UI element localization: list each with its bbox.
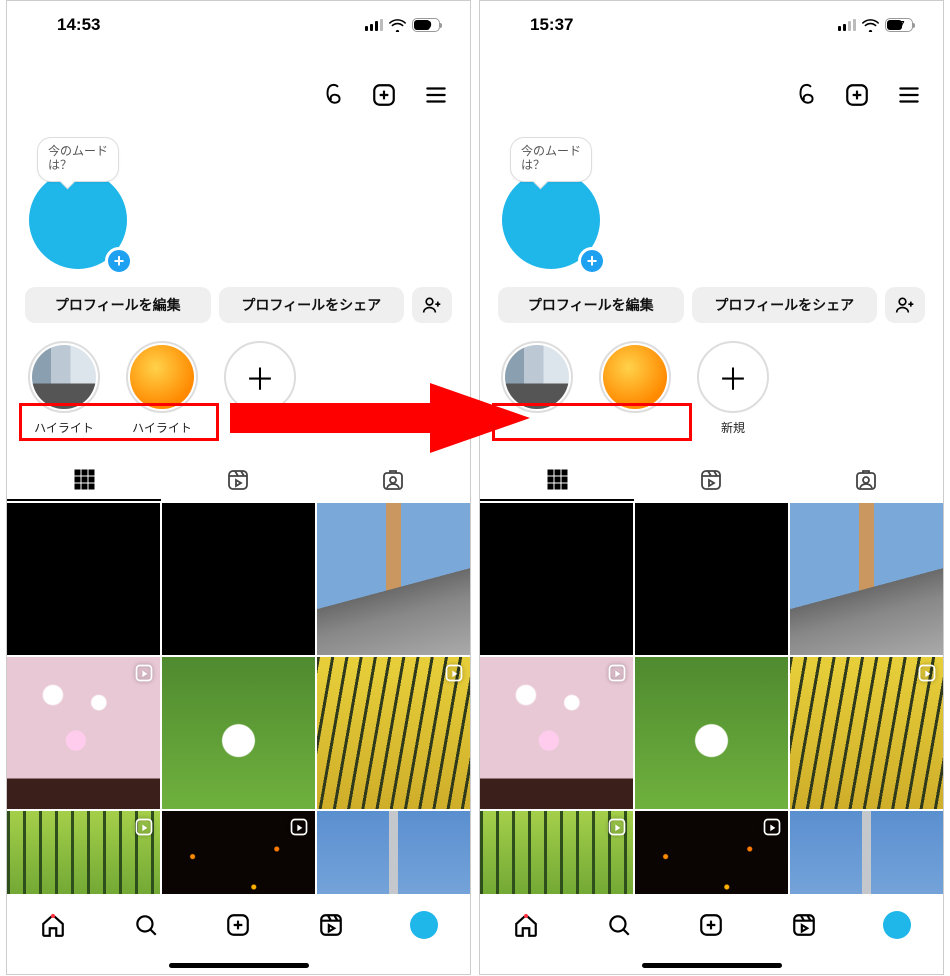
threads-icon[interactable] (316, 79, 348, 111)
share-profile-button[interactable]: プロフィールをシェア (692, 287, 878, 323)
post-cell[interactable] (317, 657, 470, 809)
search-tab[interactable] (131, 910, 161, 940)
highlight-new[interactable]: ＋ 新規 (694, 341, 772, 436)
home-indicator (642, 963, 782, 968)
profile-avatar-area: 今のムード は？ + (502, 137, 622, 267)
avatar-icon (410, 911, 438, 939)
reels-nav-tab[interactable] (316, 910, 346, 940)
cellular-icon (365, 19, 383, 31)
tagged-tab[interactable] (789, 459, 943, 501)
reels-tab[interactable] (634, 459, 788, 501)
tagged-tab[interactable] (316, 459, 470, 501)
avatar-icon (883, 911, 911, 939)
plus-icon: ＋ (718, 355, 748, 399)
phone-after: 15:37 57 今のムード は？ + (479, 0, 944, 975)
threads-icon[interactable] (789, 79, 821, 111)
post-cell[interactable] (790, 657, 943, 809)
header-actions (316, 79, 452, 111)
status-indicators: 59 (365, 18, 440, 32)
create-icon[interactable] (841, 79, 873, 111)
avatar[interactable]: + (29, 171, 127, 269)
reels-tab[interactable] (161, 459, 315, 501)
battery-icon: 57 (885, 18, 913, 32)
avatar[interactable]: + (502, 171, 600, 269)
reels-icon (289, 817, 309, 837)
clock: 14:53 (57, 15, 100, 35)
reels-nav-tab[interactable] (789, 910, 819, 940)
grid-tab[interactable] (7, 459, 161, 501)
plus-icon: ＋ (245, 355, 275, 399)
clock: 15:37 (530, 15, 573, 35)
profile-buttons: プロフィールを編集 プロフィールをシェア (498, 287, 925, 323)
bottom-nav (480, 894, 943, 974)
reels-icon (134, 817, 154, 837)
discover-people-button[interactable] (412, 287, 452, 323)
wifi-icon (862, 19, 879, 32)
posts-grid (480, 503, 943, 894)
highlight-label: 新規 (721, 419, 745, 436)
post-cell[interactable] (317, 503, 470, 655)
home-tab[interactable] (511, 910, 541, 940)
create-tab[interactable] (223, 910, 253, 940)
annotation-box (19, 403, 219, 441)
post-cell[interactable] (162, 657, 315, 809)
home-indicator (169, 963, 309, 968)
posts-grid (7, 503, 470, 894)
reels-icon (444, 663, 464, 683)
post-cell[interactable] (480, 657, 633, 809)
profile-tab[interactable] (409, 910, 439, 940)
profile-buttons: プロフィールを編集 プロフィールをシェア (25, 287, 452, 323)
annotation-box (492, 403, 692, 441)
grid-tab[interactable] (480, 459, 634, 501)
add-story-icon[interactable]: + (578, 247, 606, 275)
post-cell[interactable] (7, 657, 160, 809)
add-story-icon[interactable]: + (105, 247, 133, 275)
post-cell[interactable] (790, 503, 943, 655)
status-bar: 15:37 57 (480, 1, 943, 49)
profile-tabs (7, 459, 470, 501)
post-cell[interactable] (635, 503, 788, 655)
highlight-new[interactable]: ＋ (221, 341, 299, 436)
reels-icon (762, 817, 782, 837)
share-profile-button[interactable]: プロフィールをシェア (219, 287, 405, 323)
edit-profile-button[interactable]: プロフィールを編集 (498, 287, 684, 323)
status-indicators: 57 (838, 18, 913, 32)
profile-tabs (480, 459, 943, 501)
discover-people-button[interactable] (885, 287, 925, 323)
post-cell[interactable] (635, 657, 788, 809)
menu-icon[interactable] (420, 79, 452, 111)
create-tab[interactable] (696, 910, 726, 940)
create-icon[interactable] (368, 79, 400, 111)
home-tab[interactable] (38, 910, 68, 940)
wifi-icon (389, 19, 406, 32)
reels-icon (607, 663, 627, 683)
cellular-icon (838, 19, 856, 31)
menu-icon[interactable] (893, 79, 925, 111)
phone-before: 14:53 59 今のムード は？ + (6, 0, 471, 975)
mood-bubble[interactable]: 今のムード は？ (510, 137, 592, 182)
bottom-nav (7, 894, 470, 974)
reels-icon (607, 817, 627, 837)
battery-icon: 59 (412, 18, 440, 32)
post-cell[interactable] (162, 503, 315, 655)
post-cell[interactable] (7, 503, 160, 655)
reels-icon (917, 663, 937, 683)
header-actions (789, 79, 925, 111)
profile-tab[interactable] (882, 910, 912, 940)
edit-profile-button[interactable]: プロフィールを編集 (25, 287, 211, 323)
post-cell[interactable] (480, 503, 633, 655)
mood-bubble[interactable]: 今のムード は？ (37, 137, 119, 182)
search-tab[interactable] (604, 910, 634, 940)
reels-icon (134, 663, 154, 683)
status-bar: 14:53 59 (7, 1, 470, 49)
profile-avatar-area: 今のムード は？ + (29, 137, 149, 267)
